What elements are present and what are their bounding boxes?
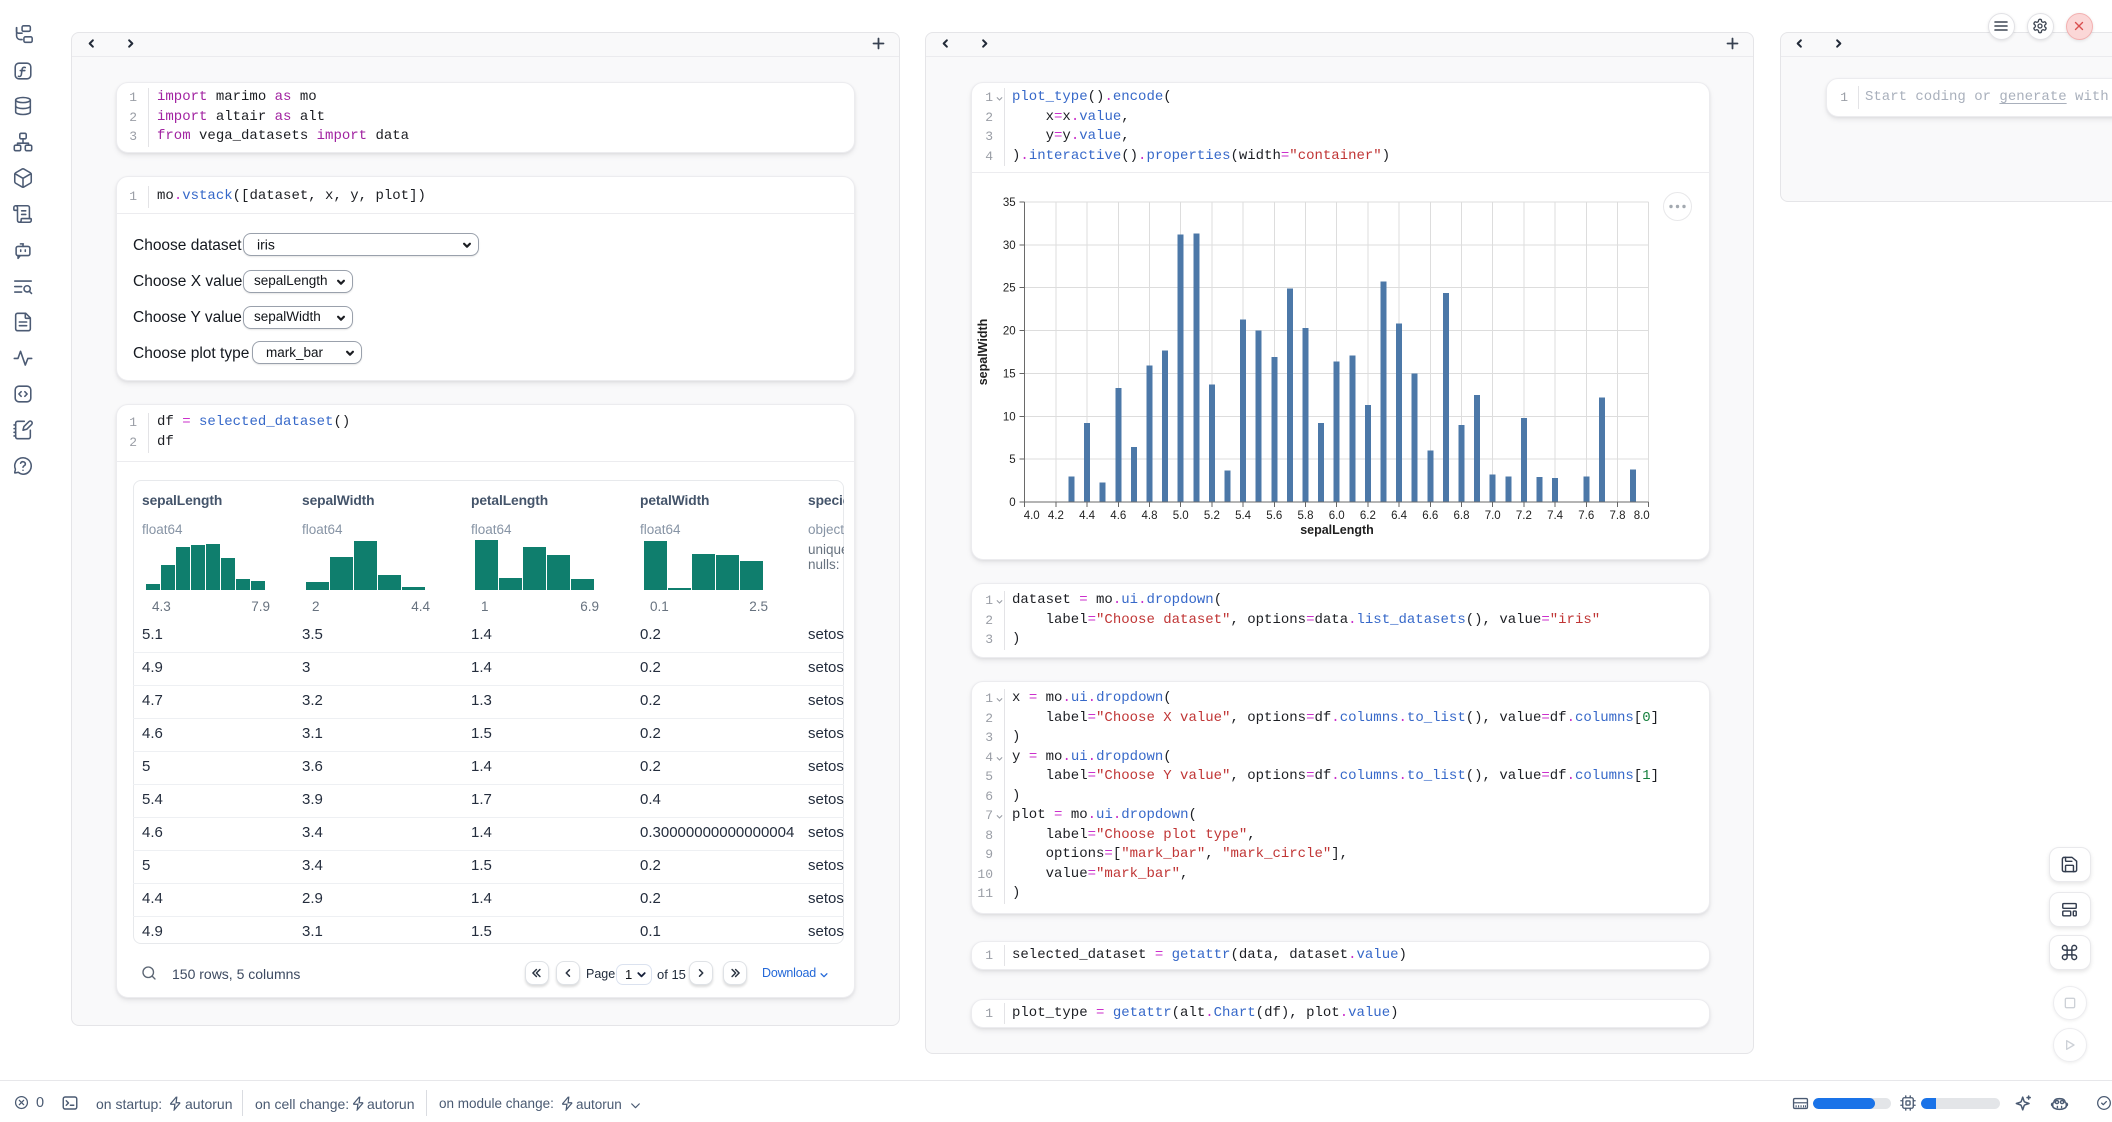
svg-text:4.0: 4.0 — [1024, 510, 1040, 522]
svg-text:6.2: 6.2 — [1360, 510, 1376, 522]
svg-text:25: 25 — [1003, 283, 1016, 295]
svg-text:6.6: 6.6 — [1422, 510, 1438, 522]
svg-text:30: 30 — [1003, 240, 1016, 252]
svg-text:5: 5 — [1009, 454, 1015, 466]
svg-text:sepalWidth: sepalWidth — [976, 319, 990, 386]
svg-text:5.0: 5.0 — [1173, 510, 1189, 522]
svg-text:5.6: 5.6 — [1266, 510, 1282, 522]
svg-text:20: 20 — [1003, 326, 1016, 338]
svg-text:10: 10 — [1003, 411, 1016, 423]
svg-text:4.6: 4.6 — [1110, 510, 1126, 522]
svg-text:5.2: 5.2 — [1204, 510, 1220, 522]
svg-text:0: 0 — [1009, 497, 1015, 509]
svg-text:6.8: 6.8 — [1454, 510, 1470, 522]
svg-text:5.8: 5.8 — [1298, 510, 1314, 522]
svg-text:sepalLength: sepalLength — [1300, 523, 1374, 537]
svg-text:5.4: 5.4 — [1235, 510, 1252, 522]
svg-text:4.8: 4.8 — [1142, 510, 1158, 522]
svg-text:6.0: 6.0 — [1329, 510, 1345, 522]
svg-text:35: 35 — [1003, 197, 1016, 209]
svg-text:7.2: 7.2 — [1516, 510, 1532, 522]
svg-text:7.0: 7.0 — [1485, 510, 1501, 522]
svg-text:7.6: 7.6 — [1578, 510, 1594, 522]
svg-text:4.4: 4.4 — [1079, 510, 1096, 522]
svg-text:7.8: 7.8 — [1610, 510, 1626, 522]
svg-text:7.4: 7.4 — [1547, 510, 1564, 522]
svg-text:8.0: 8.0 — [1634, 510, 1650, 522]
svg-text:4.2: 4.2 — [1048, 510, 1064, 522]
svg-text:6.4: 6.4 — [1391, 510, 1408, 522]
svg-text:15: 15 — [1003, 368, 1016, 380]
